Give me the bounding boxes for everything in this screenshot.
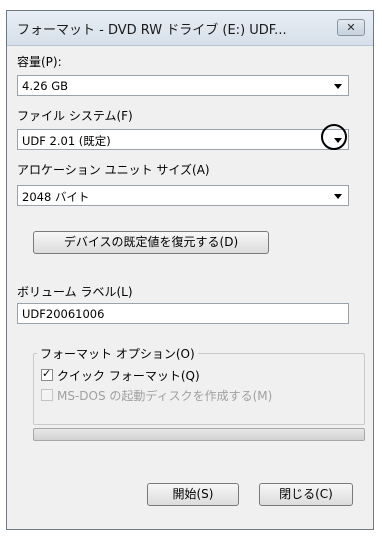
quick-format-label[interactable]: クイック フォーマット(Q) (57, 367, 200, 384)
capacity-value: 4.26 GB (22, 79, 69, 93)
close-window-button[interactable]: ✕ (337, 19, 365, 36)
filesystem-dropdown[interactable]: UDF 2.01 (既定) (17, 124, 349, 150)
highlight-circle (321, 124, 347, 150)
close-icon: ✕ (346, 21, 356, 34)
capacity-label: 容量(P): (17, 55, 62, 69)
msdos-startup-checkbox (41, 389, 53, 401)
restore-defaults-button[interactable]: デバイスの既定値を復元する(D) (33, 231, 269, 254)
allocation-value: 2048 バイト (22, 190, 90, 204)
allocation-label: アロケーション ユニット サイズ(A) (17, 163, 210, 177)
start-button[interactable]: 開始(S) (147, 483, 239, 506)
format-dialog: フォーマット - DVD RW ドライブ (E:) UDF... ✕ 容量(P)… (6, 10, 374, 530)
chevron-down-icon (334, 84, 342, 89)
title-bar: フォーマット - DVD RW ドライブ (E:) UDF... ✕ (7, 11, 373, 46)
chevron-down-icon (334, 194, 342, 199)
close-button[interactable]: 閉じる(C) (259, 483, 353, 506)
volume-label-label: ボリューム ラベル(L) (17, 285, 133, 299)
filesystem-label: ファイル システム(F) (17, 109, 133, 123)
msdos-startup-label: MS-DOS の起動ディスクを作成する(M) (57, 389, 273, 403)
allocation-dropdown[interactable]: 2048 バイト (17, 185, 349, 206)
quick-format-checkbox[interactable] (41, 367, 53, 381)
format-progress-bar (33, 428, 365, 441)
format-options-legend: フォーマット オプション(O) (37, 345, 198, 362)
capacity-dropdown[interactable]: 4.26 GB (17, 75, 349, 96)
volume-label-value: UDF20061006 (22, 307, 105, 321)
window-title: フォーマット - DVD RW ドライブ (E:) UDF... (17, 23, 287, 38)
volume-label-input[interactable]: UDF20061006 (17, 303, 349, 324)
filesystem-value: UDF 2.01 (既定) (22, 134, 111, 148)
